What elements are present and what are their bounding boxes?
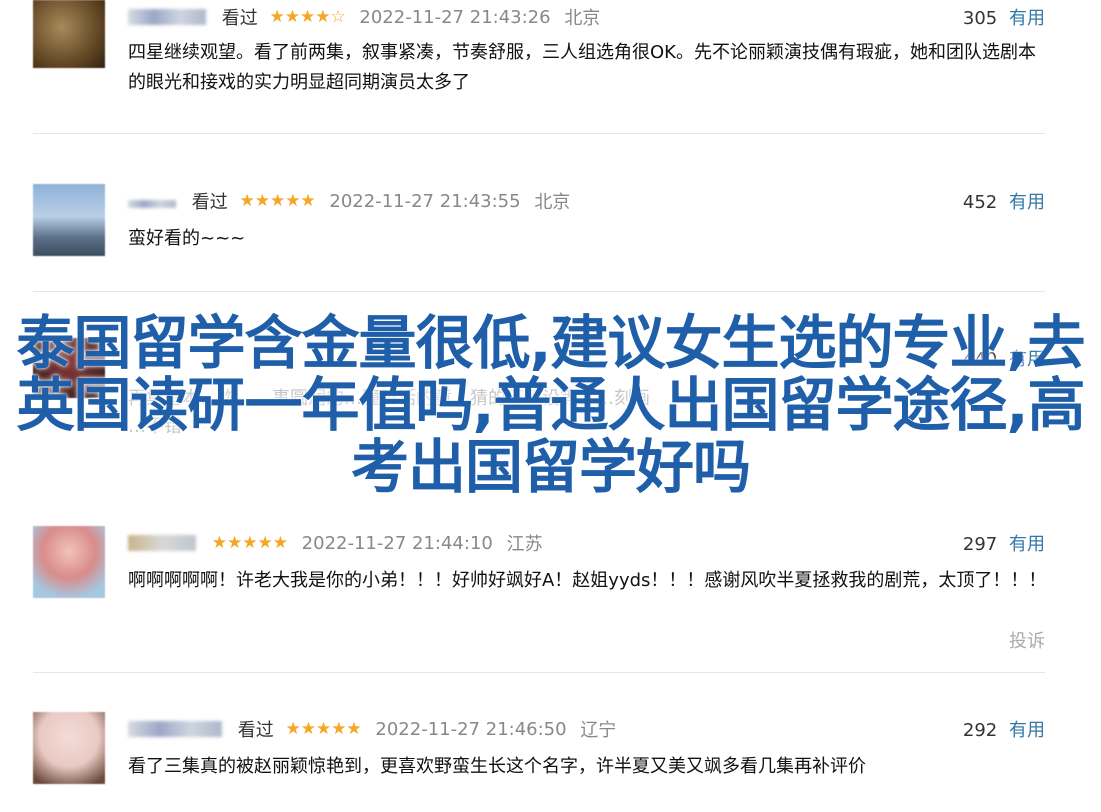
comment-meta: 看过 ★★★★☆ 2022-11-27 21:43:26 北京 [128, 4, 601, 29]
username[interactable] [128, 535, 196, 551]
avatar[interactable] [33, 712, 105, 784]
comment-text: 看了三集真的被赵丽颖惊艳到，更喜欢野蛮生长这个名字，许半夏又美又飒多看几集再补评… [128, 756, 866, 777]
vote-area: 292 有用 [962, 716, 1045, 741]
rating-stars: ★★★★☆ [269, 7, 346, 27]
rating-stars: ★★★★★ [285, 719, 362, 739]
useful-button[interactable]: 有用 [1009, 192, 1045, 213]
rating-stars: ★★★★★ [239, 191, 316, 211]
username[interactable] [128, 721, 222, 737]
comment-location: 辽宁 [580, 720, 617, 741]
useful-button[interactable]: 有用 [1009, 8, 1045, 29]
comment-time: 2022-11-27 21:44:10 [301, 532, 493, 554]
comment-meta: 看过 ★★★★★ 2022-11-27 21:46:50 辽宁 [128, 716, 617, 741]
overlay-title: 泰国留学含金量很低,建议女生选的专业,去英国读研一年值吗,普通人出国留学途径,高… [16, 309, 1085, 501]
comment-time: 2022-11-27 21:46:50 [375, 718, 567, 740]
vote-count: 297 [962, 534, 998, 555]
vote-count: 452 [962, 192, 998, 213]
avatar[interactable] [33, 526, 105, 598]
username[interactable] [128, 9, 206, 25]
vote-area: 305 有用 [962, 4, 1045, 29]
divider [33, 133, 1045, 134]
username[interactable] [128, 200, 176, 208]
comment-time: 2022-11-27 21:43:55 [329, 190, 521, 212]
comment-location: 江苏 [506, 534, 543, 555]
report-button[interactable]: 投诉 [1009, 627, 1045, 653]
comment-location: 北京 [534, 192, 571, 213]
comment-meta: ★★★★★ 2022-11-27 21:44:10 江苏 [128, 530, 543, 555]
comment-text: 啊啊啊啊啊！许老大我是你的小弟！！！好帅好飒好A！赵姐yyds！！！感谢风吹半夏… [128, 570, 1047, 591]
vote-count: 292 [962, 720, 998, 741]
watched-label: 看过 [191, 192, 228, 213]
divider [33, 672, 1045, 673]
comment-text: 四星继续观望。看了前两集，叙事紧凑，节奏舒服，三人组选角很OK。先不论丽颖演技偶… [128, 42, 1036, 93]
rating-stars: ★★★★★ [211, 533, 288, 553]
vote-area: 297 有用 [962, 530, 1045, 555]
comment-text: 蛮好看的~~~ [128, 228, 246, 249]
comment-location: 北京 [564, 8, 601, 29]
watched-label: 看过 [221, 8, 258, 29]
avatar[interactable] [33, 184, 105, 256]
useful-button[interactable]: 有用 [1009, 720, 1045, 741]
comment-time: 2022-11-27 21:43:26 [359, 6, 551, 28]
vote-area: 452 有用 [962, 188, 1045, 213]
avatar[interactable] [33, 0, 105, 68]
comment-meta: 看过 ★★★★★ 2022-11-27 21:43:55 北京 [128, 188, 571, 213]
useful-button[interactable]: 有用 [1009, 534, 1045, 555]
watched-label: 看过 [237, 720, 274, 741]
vote-count: 305 [962, 8, 998, 29]
divider [33, 291, 1045, 292]
